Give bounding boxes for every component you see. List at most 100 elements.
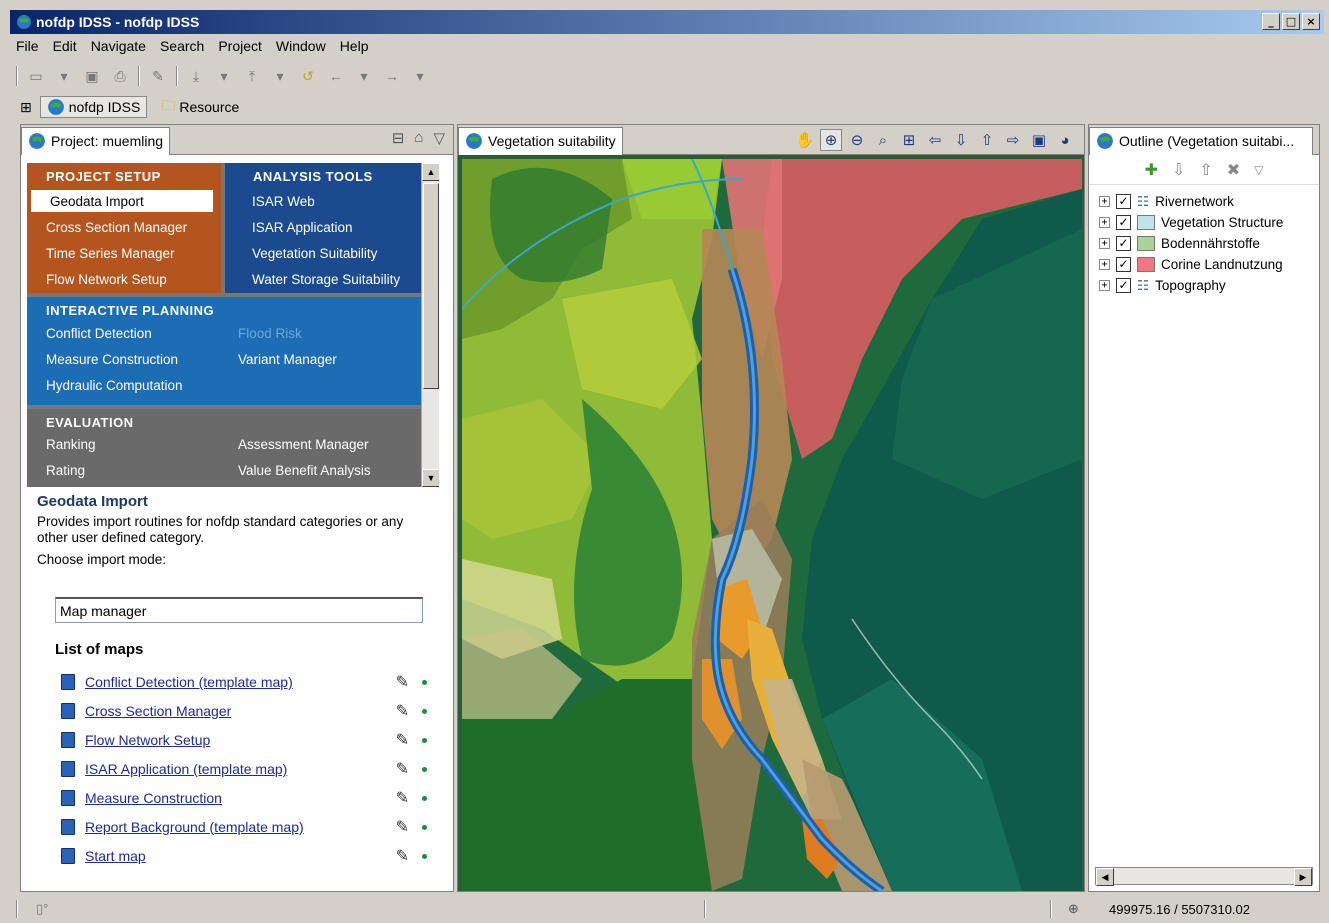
perspective-resource[interactable]: 🗀 Resource xyxy=(155,94,245,120)
nav-vegetation-suitability[interactable]: Vegetation Suitability xyxy=(233,242,377,264)
menu-help[interactable]: Help xyxy=(340,38,369,54)
nav-isar-web[interactable]: ISAR Web xyxy=(233,190,315,212)
pan-left-icon[interactable]: ⇦ xyxy=(924,129,946,151)
edit-pencil-icon[interactable]: ✎ xyxy=(396,672,409,692)
scroll-right-icon[interactable]: ▶ xyxy=(1294,868,1312,886)
nav-rating[interactable]: Rating xyxy=(27,459,221,481)
menu-edit[interactable]: Edit xyxy=(53,38,77,54)
full-extent-icon[interactable]: ⊞ xyxy=(898,129,920,151)
open-perspective-icon[interactable]: ⊞ xyxy=(20,99,32,116)
tab-project[interactable]: Project: muemling xyxy=(21,126,171,155)
view-menu-icon[interactable]: ▽ xyxy=(433,129,445,147)
map-link[interactable]: Report Background (template map) xyxy=(85,819,304,835)
nav-hydraulic-computation[interactable]: Hydraulic Computation xyxy=(27,374,221,396)
last-edit-icon[interactable]: ↺ xyxy=(298,66,318,86)
layer-row[interactable]: + ✓ ☷ Topography xyxy=(1099,275,1319,296)
expand-icon[interactable]: + xyxy=(1099,217,1110,228)
scroll-left-icon[interactable]: ◀ xyxy=(1096,868,1114,886)
edit-pencil-icon[interactable]: ✎ xyxy=(396,788,409,808)
map-link[interactable]: Start map xyxy=(85,848,146,864)
move-down-icon[interactable]: ⇩ xyxy=(1172,160,1185,180)
nav-isar-application[interactable]: ISAR Application xyxy=(233,216,353,238)
layer-checkbox[interactable]: ✓ xyxy=(1116,194,1131,209)
save-icon[interactable]: ▣ xyxy=(82,66,102,86)
outline-hscrollbar[interactable]: ◀ ▶ xyxy=(1095,867,1313,886)
layer-checkbox[interactable]: ✓ xyxy=(1116,215,1131,230)
wizard-scrollbar[interactable]: ▲ ▼ xyxy=(421,163,439,487)
nav-geodata-import[interactable]: Geodata Import xyxy=(31,190,213,212)
menu-navigate[interactable]: Navigate xyxy=(91,38,146,54)
menu-project[interactable]: Project xyxy=(218,38,262,54)
globe-icon[interactable]: ◕ xyxy=(1054,129,1076,151)
map-link[interactable]: ISAR Application (template map) xyxy=(85,761,287,777)
prev-annotation-icon[interactable]: ⤒ xyxy=(242,66,262,86)
zoom-magnifier-icon[interactable]: ⌕ xyxy=(872,129,894,151)
back-arrow-icon[interactable]: ← xyxy=(326,66,346,86)
maximize-button[interactable]: □ xyxy=(1282,13,1300,30)
home-icon[interactable]: ⌂ xyxy=(414,129,423,147)
expand-icon[interactable]: + xyxy=(1099,259,1110,270)
expand-icon[interactable]: + xyxy=(1099,280,1110,291)
forward-arrow-icon[interactable]: → xyxy=(382,66,402,86)
dropdown-arrow-icon[interactable]: ▾ xyxy=(270,66,290,86)
nav-measure-construction[interactable]: Measure Construction xyxy=(27,348,221,370)
view-menu-icon[interactable]: ▽ xyxy=(1254,163,1263,177)
layer-checkbox[interactable]: ✓ xyxy=(1116,236,1131,251)
tab-vegetation-suitability[interactable]: Vegetation suitability xyxy=(458,126,623,155)
menu-window[interactable]: Window xyxy=(276,38,326,54)
layer-row[interactable]: + ✓ Bodennährstoffe xyxy=(1099,233,1319,254)
nav-variant-manager[interactable]: Variant Manager xyxy=(219,348,409,370)
pan-hand-icon[interactable]: ✋ xyxy=(794,129,816,151)
next-annotation-icon[interactable]: ⤓ xyxy=(186,66,206,86)
edit-pencil-icon[interactable]: ✎ xyxy=(396,846,409,866)
layer-checkbox[interactable]: ✓ xyxy=(1116,257,1131,272)
dropdown-arrow-icon[interactable]: ▾ xyxy=(354,66,374,86)
nav-flow-network-setup[interactable]: Flow Network Setup xyxy=(27,268,221,290)
map-canvas[interactable] xyxy=(462,159,1082,891)
layer-row[interactable]: + ✓ Vegetation Structure xyxy=(1099,212,1319,233)
scroll-thumb[interactable] xyxy=(423,183,439,389)
map-link[interactable]: Cross Section Manager xyxy=(85,703,231,719)
nav-water-storage-suitability[interactable]: Water Storage Suitability xyxy=(233,268,400,290)
dropdown-arrow-icon[interactable]: ▾ xyxy=(410,66,430,86)
zoom-out-icon[interactable]: ⊖ xyxy=(846,129,868,151)
pencil-icon[interactable]: ✎ xyxy=(148,66,168,86)
import-mode-select[interactable]: Map manager xyxy=(55,597,423,623)
collapse-icon[interactable]: ⊟ xyxy=(392,129,405,147)
pan-up-icon[interactable]: ⇧ xyxy=(976,129,998,151)
new-icon[interactable]: ▭ xyxy=(26,66,46,86)
menu-file[interactable]: File xyxy=(16,38,39,54)
nav-assessment-manager[interactable]: Assessment Manager xyxy=(219,433,409,455)
nav-conflict-detection[interactable]: Conflict Detection xyxy=(27,322,221,344)
info-panel-icon[interactable]: ▣ xyxy=(1028,129,1050,151)
menu-search[interactable]: Search xyxy=(160,38,204,54)
add-layer-icon[interactable]: ✚ xyxy=(1145,160,1158,180)
map-link[interactable]: Measure Construction xyxy=(85,790,222,806)
minimize-button[interactable]: _ xyxy=(1262,13,1280,30)
nav-cross-section-manager[interactable]: Cross Section Manager xyxy=(27,216,221,238)
scroll-down-icon[interactable]: ▼ xyxy=(422,469,439,487)
perspective-nofdp[interactable]: nofdp IDSS xyxy=(39,96,148,118)
layer-checkbox[interactable]: ✓ xyxy=(1116,278,1131,293)
edit-pencil-icon[interactable]: ✎ xyxy=(396,759,409,779)
remove-layer-icon[interactable]: ✖ xyxy=(1227,160,1240,180)
fast-view-icon[interactable]: ▯° xyxy=(36,901,48,917)
zoom-in-icon[interactable]: ⊕ xyxy=(820,129,842,151)
expand-icon[interactable]: + xyxy=(1099,196,1110,207)
layer-row[interactable]: + ✓ ☷ Rivernetwork xyxy=(1099,191,1319,212)
map-link[interactable]: Flow Network Setup xyxy=(85,732,210,748)
map-link[interactable]: Conflict Detection (template map) xyxy=(85,674,293,690)
nav-ranking[interactable]: Ranking xyxy=(27,433,221,455)
close-button[interactable]: × xyxy=(1302,13,1320,30)
dropdown-arrow-icon[interactable]: ▾ xyxy=(54,66,74,86)
dropdown-arrow-icon[interactable]: ▾ xyxy=(214,66,234,86)
layer-row[interactable]: + ✓ Corine Landnutzung xyxy=(1099,254,1319,275)
pan-down-icon[interactable]: ⇩ xyxy=(950,129,972,151)
edit-pencil-icon[interactable]: ✎ xyxy=(396,730,409,750)
scroll-up-icon[interactable]: ▲ xyxy=(422,163,439,181)
nav-value-benefit-analysis[interactable]: Value Benefit Analysis xyxy=(219,459,409,481)
edit-pencil-icon[interactable]: ✎ xyxy=(396,817,409,837)
tab-outline[interactable]: Outline (Vegetation suitabi... xyxy=(1089,126,1313,155)
nav-time-series-manager[interactable]: Time Series Manager xyxy=(27,242,221,264)
move-up-icon[interactable]: ⇧ xyxy=(1199,160,1212,180)
